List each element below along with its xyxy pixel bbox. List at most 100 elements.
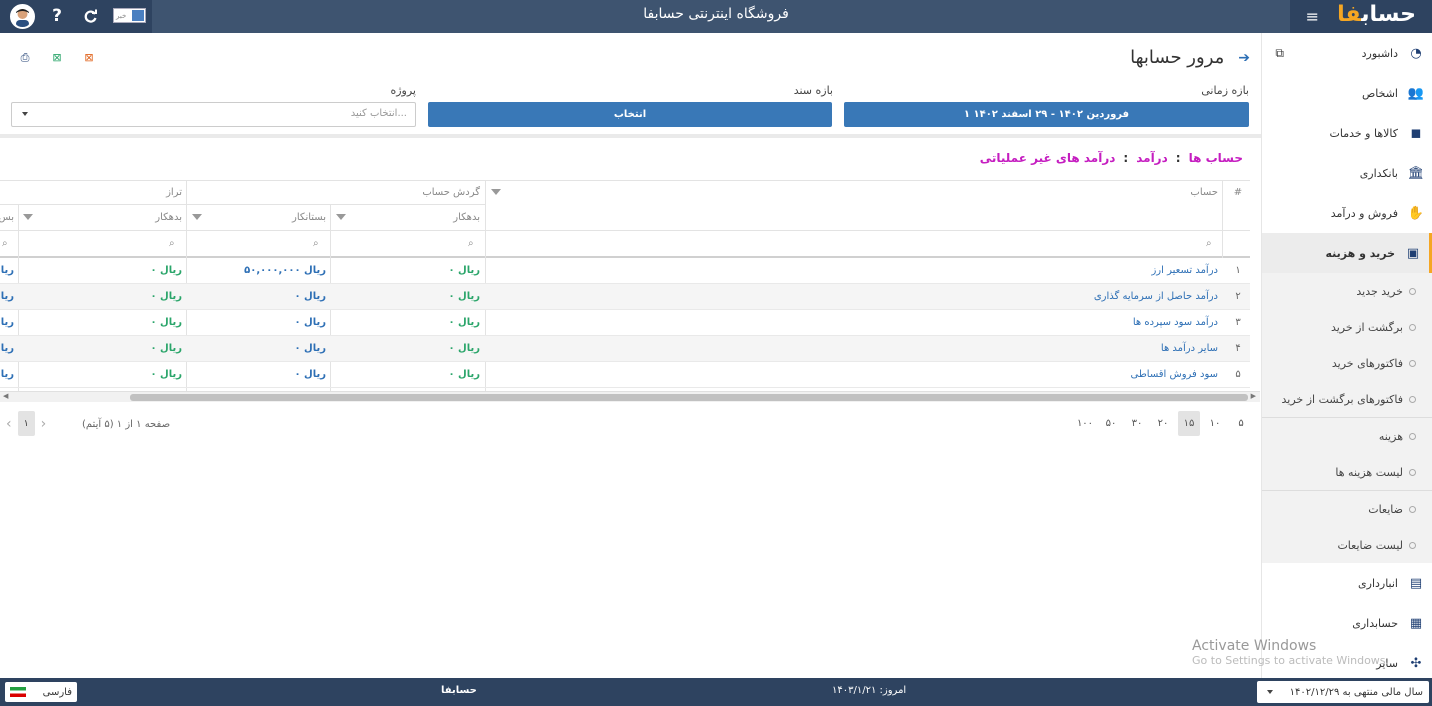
breadcrumb-item: درآمد های غیر عملیاتی — [979, 151, 1116, 165]
section-divider — [0, 134, 1261, 138]
search-icon[interactable]: ⌕ — [169, 230, 183, 256]
sidebar-subitem-expense[interactable]: هزینه — [1262, 418, 1432, 454]
page-size-option[interactable]: ۱۰۰ — [1074, 411, 1096, 436]
language-select[interactable]: فارسی — [5, 682, 77, 702]
sidebar-subitem-waste[interactable]: ضایعات — [1262, 491, 1432, 527]
chevron-down-icon — [22, 112, 28, 116]
table-row[interactable]: ۳ درآمد سود سپرده ها ۰ ریال ۰ ریال ۰ ریا… — [0, 310, 1250, 336]
bullet-icon — [1409, 395, 1416, 403]
table-row[interactable]: ۲ درآمد حاصل از سرمایه گذاری ۰ ریال ۰ ری… — [0, 284, 1250, 310]
excel-icon[interactable]: ⊠ — [50, 51, 64, 64]
page-size-option[interactable]: ۵ — [1230, 411, 1252, 436]
sidebar-item-dashboard[interactable]: ◔ داشبورد — [1262, 33, 1432, 73]
news-toggle[interactable]: خبر — [113, 8, 146, 23]
row-number: ۱ — [1235, 265, 1241, 276]
filter-icon[interactable] — [189, 204, 205, 230]
scrollbar-thumb[interactable] — [130, 394, 1248, 401]
sidebar-item-sales[interactable]: ✋ فروش و درآمد — [1262, 193, 1432, 233]
account-link[interactable]: سایر درآمد ها — [760, 336, 1218, 361]
account-link[interactable]: درآمد تسعیر ارز — [760, 258, 1218, 283]
hamburger-menu-icon[interactable]: ≡ — [1306, 7, 1319, 26]
sidebar-item-accounting[interactable]: ▦ حسابداری — [1262, 603, 1432, 643]
ledger-icon: ▦ — [1409, 615, 1423, 631]
col-header-credit[interactable]: بستانکار — [260, 204, 326, 230]
pdf-icon[interactable]: ⊠ — [82, 51, 96, 64]
balance-debit-value: ۰ ریال — [150, 369, 182, 380]
project-placeholder: انتخاب کنید... — [350, 108, 407, 119]
col-header-account[interactable]: حساب — [1150, 180, 1218, 204]
breadcrumb-item[interactable]: درآمد — [1136, 151, 1168, 165]
scroll-left-icon[interactable]: ◀ — [3, 392, 8, 400]
sidebar-subitem-return-invoices[interactable]: فاکتورهای برگشت از خرید — [1262, 381, 1432, 417]
bullet-icon — [1409, 359, 1416, 367]
refresh-icon[interactable] — [79, 5, 101, 27]
period-select-button[interactable]: ۱ فروردین ۱۴۰۲ - ۲۹ اسفند ۱۴۰۲ — [844, 102, 1249, 127]
table-row[interactable]: ۴ سایر درآمد ها ۰ ریال ۰ ریال ۰ ریال ریا… — [0, 336, 1250, 362]
search-icon[interactable]: ⌕ — [313, 230, 327, 256]
col-header-balance-credit[interactable]: بس — [0, 204, 14, 230]
project-select[interactable]: انتخاب کنید... — [11, 102, 416, 127]
brand-accent: فا — [1337, 2, 1362, 27]
sidebar-item-banking[interactable]: 🏛 بانکداری — [1262, 153, 1432, 193]
fiscal-year-select[interactable]: سال مالی منتهی به ۱۴۰۲/۱۲/۲۹ — [1257, 681, 1429, 703]
col-header-debit[interactable]: بدهکار — [420, 204, 480, 230]
breadcrumb-item[interactable]: حساب ها — [1189, 151, 1243, 165]
account-link[interactable]: سود فروش اقساطی — [760, 362, 1218, 387]
sidebar-subitem-waste-list[interactable]: لیست ضایعات — [1262, 527, 1432, 563]
brand-logo[interactable]: حسابفا — [1337, 2, 1416, 27]
page-size-option[interactable]: ۳۰ — [1126, 411, 1148, 436]
search-icon[interactable]: ⌕ — [1206, 230, 1220, 256]
page-title-text: مرور حسابها — [1130, 47, 1225, 68]
sidebar-subitem-purchase-invoices[interactable]: فاکتورهای خرید — [1262, 345, 1432, 381]
filter-icon[interactable] — [333, 204, 349, 230]
table-row[interactable]: ۱ درآمد تسعیر ارز ۰ ریال ۵۰,۰۰۰,۰۰۰ ریال… — [0, 258, 1250, 284]
page-number-current[interactable]: ۱ — [17, 411, 35, 436]
doc-range-button[interactable]: انتخاب — [428, 102, 832, 127]
doc-range-label: بازه سند — [793, 84, 833, 97]
search-icon[interactable]: ⌕ — [2, 230, 16, 256]
sidebar-item-people[interactable]: 👥 اشخاص — [1262, 73, 1432, 113]
sidebar-subitem-label: برگشت از خرید — [1330, 320, 1403, 334]
col-header-balance-debit[interactable]: بدهکار — [120, 204, 182, 230]
page-size-option[interactable]: ۱۰ — [1204, 411, 1226, 436]
page-size-option[interactable]: ۲۰ — [1152, 411, 1174, 436]
sidebar-subitem-label: خرید جدید — [1356, 284, 1403, 298]
sidebar-item-purchase[interactable]: ▣ خرید و هزینه — [1262, 233, 1432, 273]
print-icon[interactable]: ⎙ — [18, 51, 32, 64]
account-link[interactable]: درآمد حاصل از سرمایه گذاری — [760, 284, 1218, 309]
wallet-icon: ▣ — [1406, 245, 1420, 261]
app-title: فروشگاه اینترنتی حسابفا — [643, 6, 789, 22]
footer-app-name: حسابفا — [441, 685, 477, 696]
help-icon[interactable]: ? — [46, 5, 68, 27]
debit-value: ۰ ریال — [448, 317, 480, 328]
credit-value: ۵۰,۰۰۰,۰۰۰ ریال — [244, 265, 326, 276]
sidebar-toggle-icon[interactable]: ⧉ — [1275, 46, 1284, 61]
bank-icon: 🏛 — [1407, 165, 1425, 181]
page-size-option-selected[interactable]: ۱۵ — [1178, 411, 1200, 436]
back-arrow-icon[interactable]: ➔ — [1238, 50, 1250, 66]
sidebar-subitem-expense-list[interactable]: لیست هزینه ها — [1262, 454, 1432, 490]
chevron-right-icon[interactable]: › — [41, 416, 47, 432]
page-size-option[interactable]: ۵۰ — [1100, 411, 1122, 436]
sidebar-item-warehouse[interactable]: ▤ انبارداری — [1262, 563, 1432, 603]
sidebar-item-products[interactable]: ◼ کالاها و خدمات — [1262, 113, 1432, 153]
watermark-title: Activate Windows — [1192, 638, 1317, 654]
table-row[interactable]: ۵ سود فروش اقساطی ۰ ریال ۰ ریال ۰ ریال ر… — [0, 362, 1250, 388]
horizontal-scrollbar[interactable]: ◀ ▶ — [0, 391, 1260, 402]
user-avatar[interactable] — [10, 4, 35, 29]
sidebar-subitem-new-purchase[interactable]: خرید جدید — [1262, 273, 1432, 309]
sidebar-item-label: خرید و هزینه — [1325, 246, 1395, 260]
account-link[interactable]: درآمد سود سپرده ها — [760, 310, 1218, 335]
footer-today: امروز: ۱۴۰۳/۱/۲۱ — [832, 685, 907, 696]
filter-icon[interactable] — [20, 204, 36, 230]
search-icon[interactable]: ⌕ — [468, 230, 482, 256]
debit-value: ۰ ریال — [448, 343, 480, 354]
row-number: ۴ — [1235, 343, 1241, 354]
scroll-right-icon[interactable]: ▶ — [1251, 392, 1256, 400]
chevron-left-icon[interactable]: ‹ — [6, 416, 12, 432]
sidebar-subitem-label: لیست ضایعات — [1337, 538, 1403, 552]
sidebar-subitem-purchase-return[interactable]: برگشت از خرید — [1262, 309, 1432, 345]
filter-icon[interactable] — [487, 180, 505, 204]
pager-nav: ‹ ۱ › — [6, 411, 46, 436]
news-badge — [132, 10, 144, 21]
